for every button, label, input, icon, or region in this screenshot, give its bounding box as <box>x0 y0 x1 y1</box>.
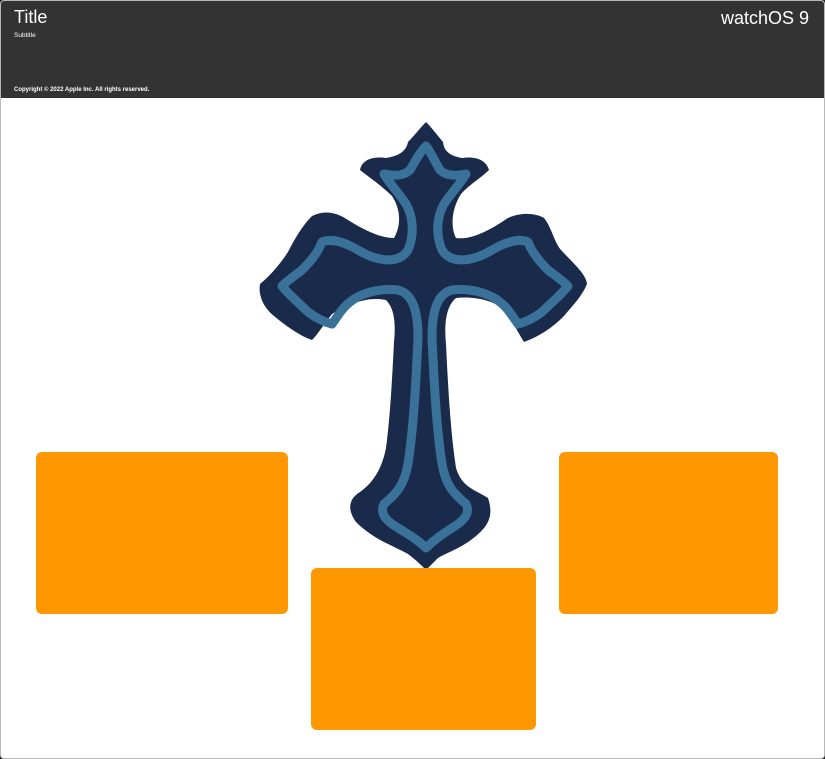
cross-outer-shape <box>259 122 587 570</box>
orange-panel-center[interactable] <box>311 568 536 730</box>
template-header: Title Subtitle watchOS 9 Copyright © 202… <box>1 1 824 98</box>
platform-label: watchOS 9 <box>720 8 809 28</box>
page-subtitle: Subtitle <box>14 32 36 39</box>
orange-panel-right[interactable] <box>559 452 778 614</box>
page-title: Title <box>14 7 48 27</box>
template-window: Title Subtitle watchOS 9 Copyright © 202… <box>0 0 825 759</box>
artboard-canvas <box>1 98 824 758</box>
cross-icon[interactable] <box>256 118 592 572</box>
orange-panel-left[interactable] <box>36 452 288 614</box>
copyright-text: Copyright © 2022 Apple Inc. All rights r… <box>14 87 150 93</box>
